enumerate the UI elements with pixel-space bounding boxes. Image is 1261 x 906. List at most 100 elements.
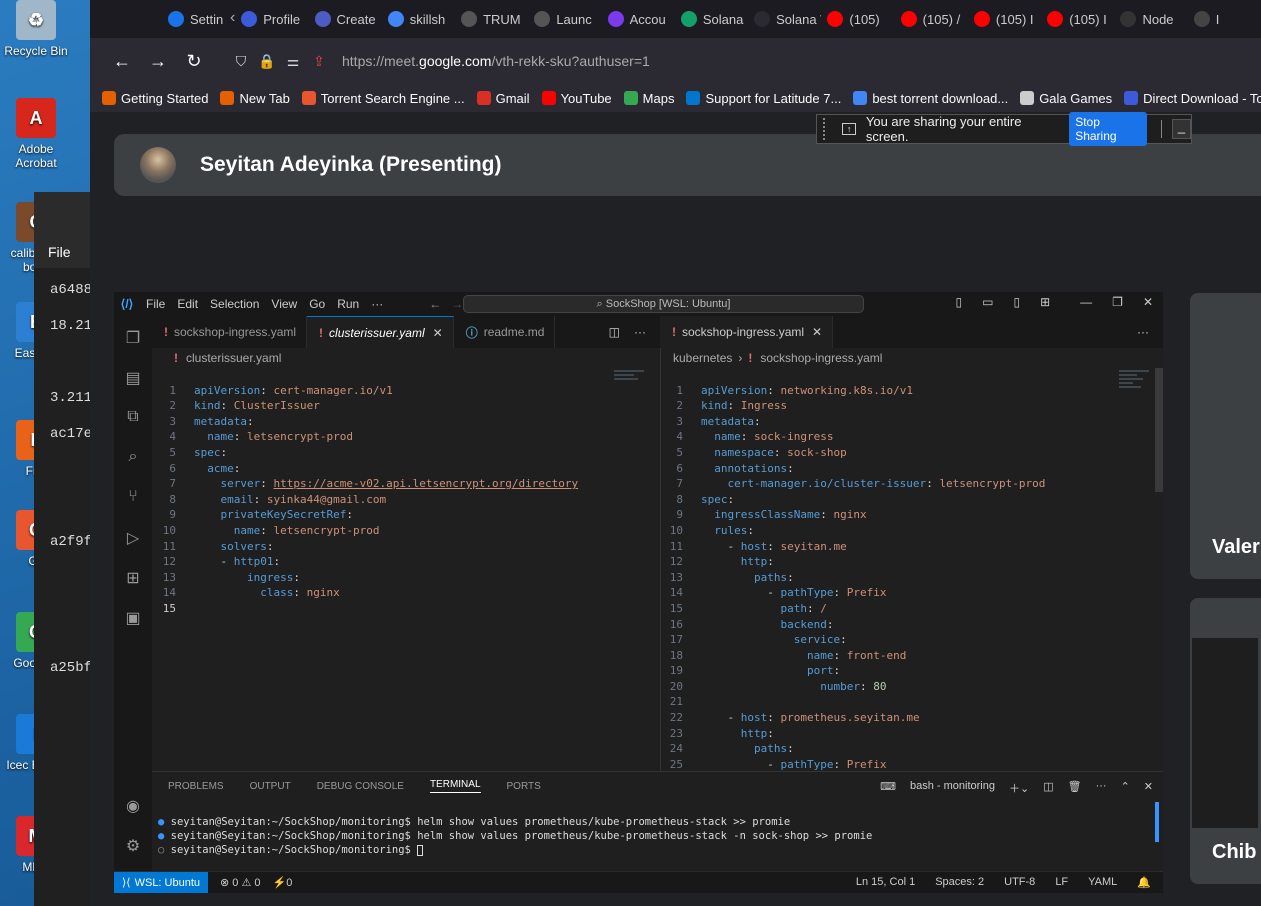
menu-item[interactable]: File — [140, 297, 171, 311]
back-icon[interactable]: ← — [104, 51, 140, 72]
status-item[interactable]: Ln 15, Col 1 — [856, 876, 915, 889]
back-icon[interactable]: ← — [429, 297, 441, 311]
forward-icon[interactable]: → — [140, 51, 176, 72]
status-item[interactable]: LF — [1055, 876, 1068, 889]
search-icon[interactable]: ⌕ — [122, 448, 144, 470]
minimize-icon[interactable]: — — [1080, 295, 1092, 309]
browser-tab[interactable]: Node — [1114, 11, 1187, 27]
panel-tab[interactable]: PROBLEMS — [168, 781, 224, 792]
toggle-secondary-sidebar-icon[interactable]: ▯ — [1014, 295, 1021, 309]
menu-item[interactable]: ··· — [365, 297, 389, 311]
bookmark-item[interactable]: YouTube — [541, 91, 612, 106]
source-control-icon[interactable]: ⑂ — [122, 488, 144, 510]
menu-item[interactable]: Edit — [171, 297, 204, 311]
forward-icon[interactable]: → — [451, 297, 463, 311]
menu-item[interactable]: Go — [303, 297, 331, 311]
status-item[interactable]: Spaces: 2 — [935, 876, 984, 889]
reload-icon[interactable]: ↻ — [176, 51, 212, 72]
menu-item[interactable]: Run — [331, 297, 365, 311]
files-icon[interactable]: ⧉ — [122, 408, 144, 430]
bookmark-item[interactable]: Gala Games — [1020, 91, 1112, 106]
bookmark-item[interactable]: Maps — [623, 91, 674, 106]
bookmark-item[interactable]: Torrent Search Engine ... — [301, 91, 465, 106]
editor-tab[interactable]: ⓘ readme.md — [453, 316, 556, 348]
browser-tab[interactable]: Create — [309, 11, 382, 27]
extensions-icon[interactable]: ⊞ — [122, 568, 144, 590]
browser-tab[interactable]: Solana — [675, 11, 748, 27]
browser-tab[interactable]: (105) I — [968, 11, 1041, 27]
panel-tab[interactable]: DEBUG CONSOLE — [317, 781, 404, 792]
run-debug-icon[interactable]: ▷ — [122, 528, 144, 550]
shield-icon[interactable]: ⛉ — [228, 53, 254, 70]
status-item[interactable]: YAML — [1088, 876, 1117, 889]
browser-tab[interactable]: Settin — [162, 11, 235, 27]
maximize-icon[interactable]: ❐ — [1112, 295, 1123, 309]
editor-tab[interactable]: ! sockshop-ingress.yaml ✕ — [660, 316, 834, 348]
command-center[interactable]: ⌕ SockShop [WSL: Ubuntu] — [463, 295, 864, 313]
problems-count[interactable]: ⊗ 0 ⚠ 0 — [220, 876, 260, 889]
desktop-icon[interactable]: A Adobe Acrobat — [0, 98, 72, 170]
bookmark-item[interactable]: best torrent download... — [853, 91, 1008, 106]
bookmark-item[interactable]: Direct Download - Tod... — [1124, 91, 1261, 106]
bookmark-item[interactable]: Gmail — [476, 91, 530, 106]
manage-gear-icon[interactable]: ⚙ — [122, 836, 144, 858]
minimize-share-bar-icon[interactable]: _ — [1171, 119, 1192, 139]
toggle-panel-icon[interactable]: ▭ — [982, 295, 993, 309]
more-actions-icon[interactable]: ··· — [634, 325, 646, 339]
right-minimap[interactable] — [1119, 370, 1149, 390]
close-icon[interactable]: ✕ — [1143, 295, 1153, 309]
browser-tab[interactable]: skillsh — [382, 11, 455, 27]
new-terminal-icon[interactable]: ＋⌄ — [1009, 780, 1029, 796]
status-item[interactable]: UTF-8 — [1004, 876, 1035, 889]
url-bar[interactable]: ⛉ 🔒 ⚌ ⇪ https://meet.google.com/vth-rekk… — [228, 44, 1261, 78]
more-actions-icon[interactable]: ··· — [1137, 325, 1149, 339]
url-text[interactable]: https://meet.google.com/vth-rekk-sku?aut… — [342, 53, 650, 69]
desktop-icon[interactable]: ♻ Recycle Bin — [0, 0, 72, 58]
browser-tab[interactable]: I — [1188, 11, 1261, 27]
close-tab-icon[interactable]: ✕ — [433, 326, 443, 340]
panel-tab[interactable]: TERMINAL — [429, 779, 481, 793]
remote-indicator[interactable]: ⟩⟨ WSL: Ubuntu — [114, 872, 209, 893]
layout-icon[interactable]: ⊞ — [1040, 295, 1050, 309]
terminal-name[interactable]: bash - monitoring — [910, 780, 995, 796]
terminal-scrollbar[interactable] — [1155, 802, 1159, 842]
browser-tab[interactable]: TRUM — [455, 11, 528, 27]
explorer-icon[interactable]: ❐ — [122, 328, 144, 350]
kill-terminal-icon[interactable]: 🗑 — [1068, 780, 1082, 796]
browser-tab[interactable]: (105) / — [895, 11, 968, 27]
bookmark-item[interactable]: Getting Started — [102, 91, 208, 106]
participant-tile[interactable]: Chib — [1190, 598, 1261, 884]
right-breadcrumb[interactable]: kubernetes › ! sockshop-ingress.yaml — [673, 348, 882, 368]
screen-share-icon[interactable]: ⇪ — [306, 53, 332, 70]
maximize-panel-icon[interactable]: ⌃ — [1121, 780, 1130, 796]
ports-count[interactable]: ⚡0 — [273, 876, 293, 889]
more-actions-icon[interactable]: ··· — [1096, 780, 1107, 796]
panel-tab[interactable]: PORTS — [507, 781, 541, 792]
browser-tab[interactable]: Solana Wa — [748, 11, 821, 27]
bookmark-item[interactable]: Support for Latitude 7... — [686, 91, 841, 106]
menu-item[interactable]: Selection — [204, 297, 265, 311]
browser-tab[interactable]: Launc — [528, 11, 601, 27]
split-editor-icon[interactable]: ◫ — [609, 325, 620, 339]
menu-item[interactable]: View — [265, 297, 303, 311]
book-icon[interactable]: ▤ — [122, 368, 144, 390]
accounts-icon[interactable]: ◉ — [122, 796, 144, 818]
browser-tab[interactable]: Accou — [602, 11, 675, 27]
bookmark-item[interactable]: New Tab — [220, 91, 290, 106]
right-code-editor[interactable]: 1 apiVersion: networking.k8s.io/v1 2 kind:… — [659, 367, 1046, 804]
panel-tab[interactable]: OUTPUT — [250, 781, 291, 792]
left-breadcrumb[interactable]: ! clusterissuer.yaml — [174, 348, 281, 368]
stop-sharing-button[interactable]: Stop Sharing — [1069, 112, 1147, 146]
terminal-prompt[interactable]: ○ seyitan@Seyitan:~/SockShop/monitoring$ — [158, 844, 424, 856]
editor-tab[interactable]: ! clusterissuer.yaml ✕ — [307, 316, 454, 348]
browser-tab[interactable]: Profile — [235, 11, 308, 27]
close-tab-icon[interactable]: ✕ — [812, 325, 822, 339]
browser-tab[interactable]: (105) — [821, 11, 894, 27]
permissions-icon[interactable]: ⚌ — [280, 53, 306, 70]
toggle-sidebar-icon[interactable]: ▯ — [956, 295, 963, 309]
right-scrollbar[interactable] — [1155, 368, 1163, 492]
left-code-editor[interactable]: 1 apiVersion: cert-manager.io/v1 2 kind: C… — [152, 367, 578, 632]
split-terminal-icon[interactable]: ◫ — [1043, 780, 1053, 796]
participant-tile[interactable]: Valer — [1190, 293, 1261, 579]
notifications-bell-icon[interactable]: 🔔 — [1137, 876, 1151, 889]
